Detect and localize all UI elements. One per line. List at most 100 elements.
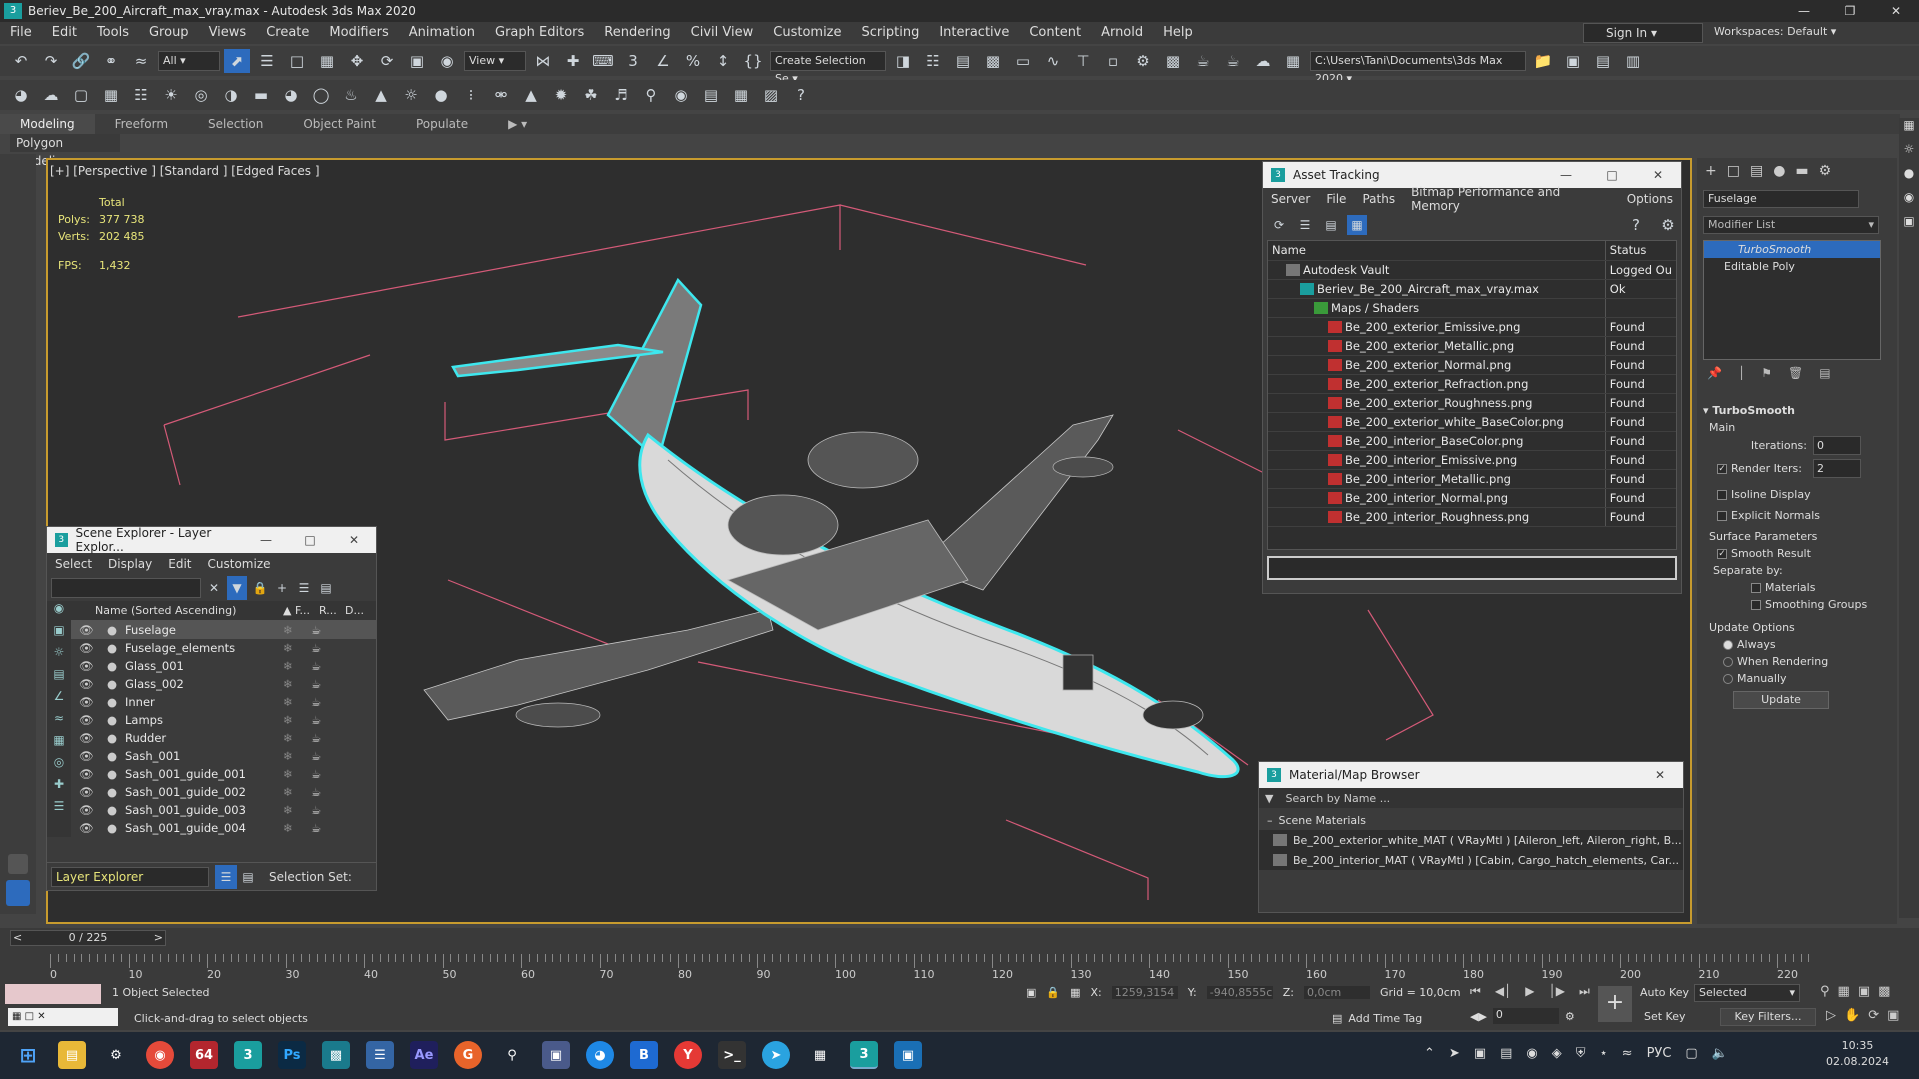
rect-selection-icon[interactable]: □ xyxy=(284,49,310,73)
vray-clipper-icon[interactable]: ▲ xyxy=(518,83,544,107)
vray-cloud-icon[interactable]: ☁ xyxy=(38,83,64,107)
tray-wifi-icon[interactable]: ≈ xyxy=(1622,1046,1633,1061)
render-teapot-icon[interactable]: ☕ xyxy=(311,821,335,835)
3dsmax-icon[interactable]: 3 xyxy=(234,1041,262,1069)
scale-icon[interactable]: ▣ xyxy=(404,49,430,73)
rollout-title[interactable]: ▾ TurboSmooth xyxy=(1703,402,1891,419)
keyboard-language[interactable]: РУС xyxy=(1647,1046,1672,1061)
explicit-normals-checkbox[interactable] xyxy=(1717,511,1727,521)
manually-row[interactable]: Manually xyxy=(1703,670,1891,687)
configure-sets-icon[interactable]: ▤ xyxy=(1819,366,1830,390)
asset-menu-options[interactable]: Options xyxy=(1619,192,1681,206)
maximize-viewport-icon[interactable]: ▣ xyxy=(1887,1008,1899,1023)
mirror-icon[interactable]: ◨ xyxy=(890,49,916,73)
go-to-start-icon[interactable]: ⏮ xyxy=(1470,984,1481,999)
vray-grass-icon[interactable]: ☘ xyxy=(578,83,604,107)
render-teapot-icon[interactable]: ☕ xyxy=(311,677,335,691)
asset-row[interactable]: Beriev_Be_200_Aircraft_max_vray.max Ok xyxy=(1268,279,1676,299)
viewport-mat-icon[interactable]: ◉ xyxy=(1899,190,1919,214)
se-display-cameras-icon[interactable]: ▤ xyxy=(47,667,71,689)
isoline-row[interactable]: Isoline Display xyxy=(1703,486,1891,503)
asset-row[interactable]: Be_200_exterior_white_BaseColor.png Found xyxy=(1268,412,1676,432)
calculator-icon[interactable]: ▦ xyxy=(806,1041,834,1069)
se-col-name[interactable]: Name (Sorted Ascending) xyxy=(71,604,283,617)
keyboard-shortcut-icon[interactable]: ⌨ xyxy=(590,49,616,73)
clock[interactable]: 10:35 02.08.2024 xyxy=(1826,1038,1889,1070)
se-col-display[interactable]: D... xyxy=(345,604,364,617)
se-minimize-icon[interactable]: — xyxy=(244,533,288,547)
render-production-icon[interactable]: ☕ xyxy=(1190,49,1216,73)
snipping-icon[interactable]: ▣ xyxy=(894,1041,922,1069)
scene-object-row[interactable]: 👁 ● Inner ❄ ☕ xyxy=(71,693,376,711)
vray-help-icon[interactable]: ? xyxy=(788,83,814,107)
previous-frame-icon[interactable]: ◀│ xyxy=(1495,984,1511,999)
windows-start-icon[interactable]: ⊞ xyxy=(14,1041,42,1069)
asset-minimize-icon[interactable]: — xyxy=(1543,168,1589,182)
vray-frame-buffer-icon[interactable]: ▢ xyxy=(68,83,94,107)
vray-material-icon[interactable]: ◉ xyxy=(668,83,694,107)
se-menu-display[interactable]: Display xyxy=(100,557,160,571)
tab-selection[interactable]: Selection xyxy=(188,114,283,134)
tray-shield-icon[interactable]: ⛨ xyxy=(1576,1046,1586,1061)
after-effects-icon[interactable]: Ae xyxy=(410,1041,438,1069)
go-to-end-icon[interactable]: ⏭ xyxy=(1579,984,1590,999)
asset-row[interactable]: Be_200_interior_Metallic.png Found xyxy=(1268,469,1676,489)
menu-content[interactable]: Content xyxy=(1019,22,1091,44)
freeze-icon[interactable]: ❄ xyxy=(283,677,311,691)
se-lock-icon[interactable]: 🔒 xyxy=(251,576,269,600)
se-display-helpers-icon[interactable]: ∠ xyxy=(47,689,71,711)
terminal-icon[interactable]: >_ xyxy=(718,1041,746,1069)
stack-item-editable-poly[interactable]: Editable Poly xyxy=(1704,258,1880,275)
render-teapot-icon[interactable]: ☕ xyxy=(311,767,335,781)
asset-maximize-icon[interactable]: □ xyxy=(1589,168,1635,182)
menu-graph-editors[interactable]: Graph Editors xyxy=(485,22,594,44)
photoshop-icon[interactable]: Ps xyxy=(278,1041,306,1069)
create-selection-set-dropdown[interactable]: Create Selection Se ▾ xyxy=(770,51,886,85)
curve-editor-icon[interactable]: ∿ xyxy=(1040,49,1066,73)
mb-close-icon[interactable]: ✕ xyxy=(1637,768,1683,782)
visibility-eye-icon[interactable]: 👁 xyxy=(71,749,107,763)
menu-animation[interactable]: Animation xyxy=(399,22,485,44)
se-display-xrefs-icon[interactable]: ◎ xyxy=(47,755,71,777)
pan-icon[interactable]: ✋ xyxy=(1844,1008,1860,1023)
asset-col-status[interactable]: Status xyxy=(1605,241,1676,261)
menu-file[interactable]: File xyxy=(0,22,42,44)
se-display-groups-icon[interactable]: ▦ xyxy=(47,733,71,755)
stack-item-turbosmooth[interactable]: TurboSmooth xyxy=(1704,241,1880,258)
zoom-icon[interactable]: ⚲ xyxy=(1820,984,1830,999)
vray-ies-icon[interactable]: ◑ xyxy=(218,83,244,107)
y-coord-field[interactable]: -940,8555c xyxy=(1206,986,1273,999)
viewport-label[interactable]: [+] [Perspective ] [Standard ] [Edged Fa… xyxy=(50,164,320,178)
app-g-icon[interactable]: G xyxy=(454,1041,482,1069)
visibility-eye-icon[interactable]: 👁 xyxy=(71,821,107,835)
vray-decal-icon[interactable]: ⚲ xyxy=(638,83,664,107)
polygon-modeling-band[interactable]: Polygon Modeling xyxy=(10,134,120,168)
search-icon[interactable]: ⚲ xyxy=(498,1041,526,1069)
select-manipulate-icon[interactable]: ✚ xyxy=(560,49,586,73)
vray-fur-icon[interactable]: ♨ xyxy=(338,83,364,107)
ribbon-options-icon[interactable]: ▶ ▾ xyxy=(488,114,547,134)
asset-col-name[interactable]: Name xyxy=(1268,241,1606,261)
fov-icon[interactable]: ▷ xyxy=(1826,1008,1836,1023)
smoothing-groups-row[interactable]: Smoothing Groups xyxy=(1703,596,1891,613)
close-icon[interactable]: ✕ xyxy=(1873,0,1919,22)
mb-search-placeholder[interactable]: Search by Name ... xyxy=(1285,792,1390,805)
asset-row[interactable]: Be_200_interior_Normal.png Found xyxy=(1268,488,1676,508)
visibility-eye-icon[interactable]: 👁 xyxy=(71,695,107,709)
menu-help[interactable]: Help xyxy=(1153,22,1203,44)
scene-object-row[interactable]: 👁 ● Sash_001_guide_004 ❄ ☕ xyxy=(71,819,376,837)
se-layers-mode-icon[interactable]: ☰ xyxy=(215,864,237,889)
render-setup-icon[interactable]: ⚙ xyxy=(1130,49,1156,73)
visibility-eye-icon[interactable]: 👁 xyxy=(71,659,107,673)
visibility-eye-icon[interactable]: 👁 xyxy=(71,785,107,799)
freeze-icon[interactable]: ❄ xyxy=(283,623,311,637)
mb-search-arrow-icon[interactable]: ▼ xyxy=(1265,792,1273,805)
freeze-icon[interactable]: ❄ xyxy=(283,749,311,763)
update-button[interactable]: Update xyxy=(1733,691,1829,709)
isoline-checkbox[interactable] xyxy=(1717,490,1727,500)
redo-icon[interactable]: ↷ xyxy=(38,49,64,73)
vray-scene-icon[interactable]: ▦ xyxy=(728,83,754,107)
asset-help-icon[interactable]: ? xyxy=(1623,213,1649,237)
select-by-name-icon[interactable]: ☰ xyxy=(254,49,280,73)
pin-stack-icon[interactable]: 📌 xyxy=(1707,366,1722,390)
